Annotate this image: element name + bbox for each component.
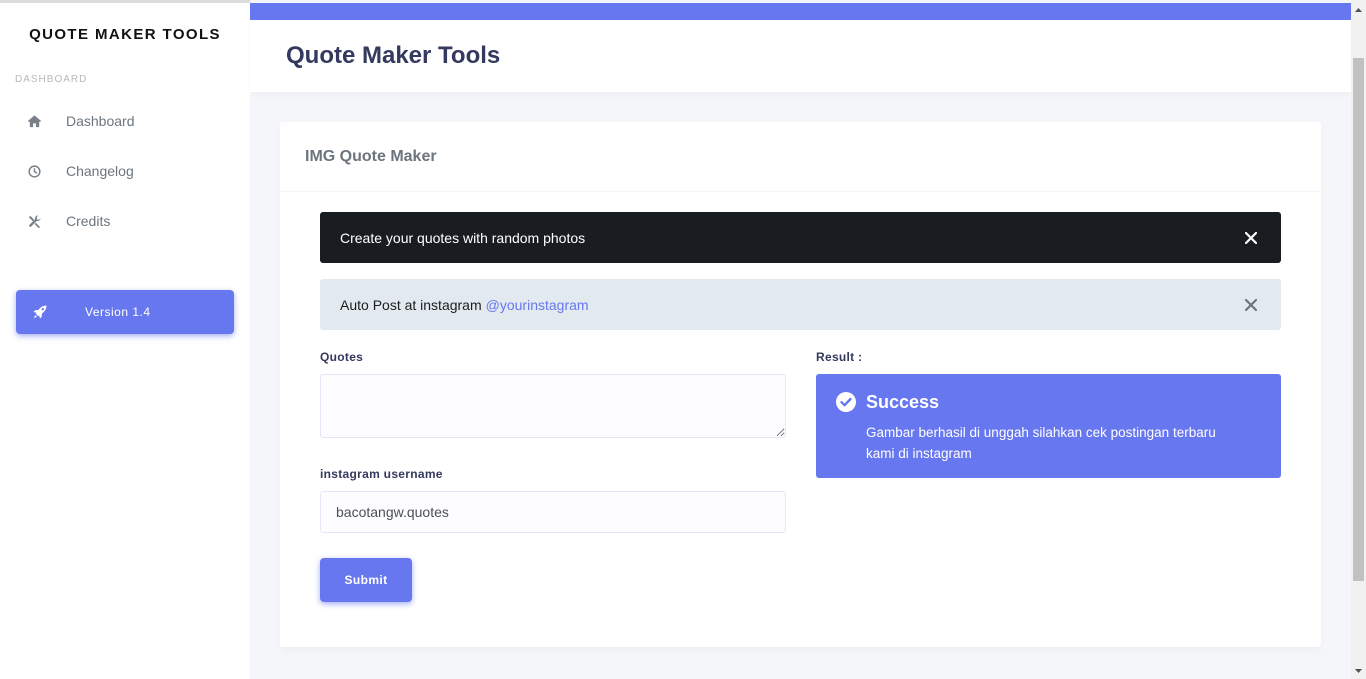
menu-header: DASHBOARD [15, 74, 88, 85]
card-title: IMG Quote Maker [305, 147, 437, 165]
quote-maker-card: IMG Quote Maker Create your quotes with … [280, 122, 1321, 647]
card-header: IMG Quote Maker [280, 122, 1321, 192]
sidebar-item-changelog[interactable]: Changelog [0, 146, 250, 196]
version-label: Version 1.4 [85, 305, 151, 319]
success-message: Gambar berhasil di unggah silahkan cek p… [866, 425, 1216, 461]
scrollbar-thumb[interactable] [1353, 58, 1364, 581]
sidebar-item-label: Dashboard [66, 113, 135, 129]
alert-text: Auto Post at instagram [340, 296, 482, 313]
brand-logo[interactable]: QUOTE MAKER TOOLS [0, 3, 250, 63]
success-alert: Success Gambar berhasil di unggah silahk… [816, 374, 1281, 478]
quotes-label: Quotes [320, 350, 364, 364]
result-label: Result : [816, 350, 863, 364]
version-button[interactable]: Version 1.4 [16, 290, 234, 334]
check-circle-icon [836, 392, 856, 412]
page-scrollbar[interactable] [1351, 0, 1366, 679]
close-icon[interactable] [1244, 298, 1259, 312]
scroll-down-arrow-icon[interactable] [1351, 663, 1366, 679]
close-icon[interactable] [1244, 231, 1259, 245]
tools-icon [26, 213, 42, 229]
alert-info-light: Auto Post at instagram @yourinstagram [320, 279, 1281, 330]
alert-text: Create your quotes with random photos [340, 229, 586, 246]
sidebar-item-credits[interactable]: Credits [0, 196, 250, 246]
submit-button[interactable]: Submit [320, 558, 412, 602]
scroll-up-arrow-icon[interactable] [1351, 2, 1366, 18]
sidebar: QUOTE MAKER TOOLS DASHBOARD Dashboard Ch… [0, 0, 250, 679]
sidebar-item-label: Credits [66, 213, 111, 229]
sidebar-item-dashboard[interactable]: Dashboard [0, 96, 250, 146]
quotes-textarea[interactable] [320, 374, 786, 438]
alert-info-dark: Create your quotes with random photos [320, 212, 1281, 263]
clock-icon [26, 163, 42, 179]
username-input[interactable] [320, 491, 786, 533]
page-title: Quote Maker Tools [286, 42, 501, 69]
instagram-link[interactable]: @yourinstagram [486, 297, 589, 313]
top-accent-bar [250, 3, 1351, 20]
home-icon [26, 113, 42, 129]
page-header: Quote Maker Tools [250, 20, 1351, 92]
sidebar-item-label: Changelog [66, 163, 134, 179]
success-title: Success [866, 392, 940, 412]
rocket-icon [33, 305, 47, 319]
username-label: instagram username [320, 467, 443, 481]
